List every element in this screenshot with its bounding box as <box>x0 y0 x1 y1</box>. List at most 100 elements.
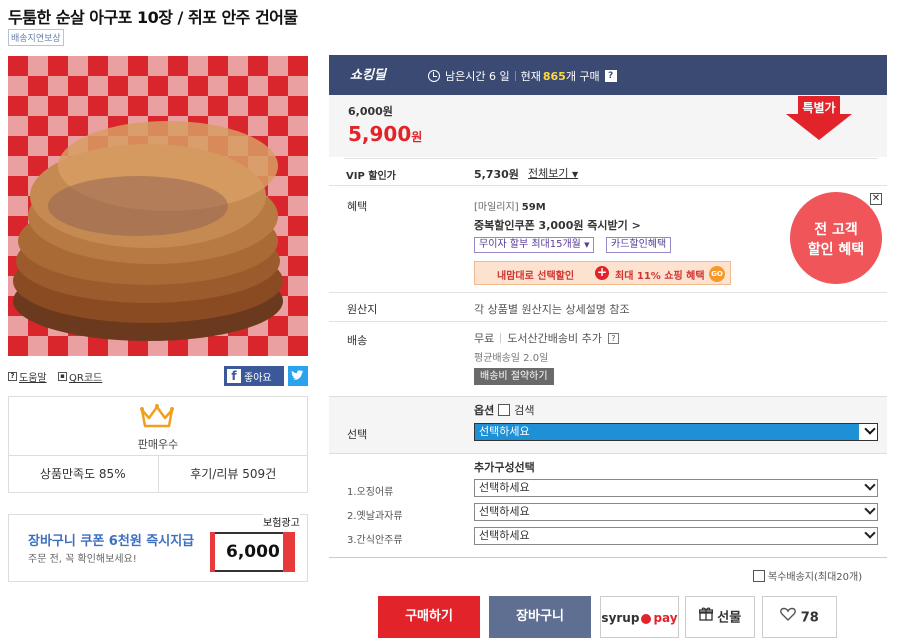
addon-select-squid[interactable]: 선택하세요 <box>474 479 878 497</box>
help-link[interactable]: ? 도움말 <box>8 369 47 384</box>
seller-grade: 판매우수 <box>137 438 179 451</box>
addon-select-value: 선택하세요 <box>479 481 530 494</box>
mileage-info: [마일리지] 59M <box>474 198 546 213</box>
special-price-badge: 특별가 <box>786 96 852 142</box>
twitter-button[interactable] <box>288 366 308 386</box>
shipping-free: 무료 <box>474 332 495 345</box>
addon-label: 3.간식안주류 <box>347 535 403 546</box>
chevron-down-icon <box>864 479 876 491</box>
product-title: 두툼한 순살 아구포 10장 / 쥐포 안주 건어물 <box>8 8 298 27</box>
current-suffix: 개 구매 <box>565 70 600 83</box>
original-price: 6,000원 <box>348 105 393 118</box>
current-prefix: 현재 <box>520 70 541 83</box>
coupon-amount: 6,000 <box>226 542 280 562</box>
multi-ship-checkbox[interactable] <box>753 569 765 582</box>
shipping-label: 배송 <box>347 334 368 347</box>
sale-price-unit: 원 <box>411 130 423 144</box>
chevron-down-icon <box>864 527 876 539</box>
special-price-label: 특별가 <box>802 101 836 115</box>
promo-right: 최대 11% 쇼핑 혜택 <box>615 271 705 282</box>
multi-ship-option[interactable]: 복수배송지(최대20개) <box>753 568 862 583</box>
save-shipping-button[interactable]: 배송비 절약하기 <box>474 368 554 385</box>
twitter-icon <box>291 370 304 380</box>
deal-status: 남은시간 6 일 현재 865 개 구매 ? <box>428 68 617 84</box>
origin-label: 원산지 <box>347 303 378 316</box>
syrup-label: syrup <box>601 611 640 625</box>
mileage-prefix: [마일리지] <box>474 202 519 213</box>
shocking-deal-logo: 쇼킹딜 <box>350 68 386 83</box>
option-select-value: 선택하세요 <box>479 425 530 438</box>
gift-icon <box>698 597 713 639</box>
option-header: 옵션 검색 <box>474 402 535 418</box>
promo-banner[interactable]: 내맘대로 선택할인 + 최대 11% 쇼핑 혜택 GO <box>474 261 731 285</box>
installment-chip[interactable]: 무이자 할부 최대15개월 ▼ <box>474 237 595 253</box>
red-dot-icon <box>641 613 652 624</box>
addon-select-appetizers[interactable]: 선택하세요 <box>474 527 878 545</box>
card-discount-chip[interactable]: 카드할인혜택 <box>606 237 672 253</box>
ad-coupon: 6,000 <box>210 532 295 572</box>
product-photo[interactable] <box>8 56 308 356</box>
shipping-info: 무료 도서산간배송비 추가 ? <box>474 330 619 346</box>
average-delivery: 평균배송일 2.0일 <box>474 353 549 364</box>
qr-link[interactable]: ▪ QR코드 <box>58 369 102 384</box>
facebook-like-button[interactable]: f 좋아요 <box>224 366 284 386</box>
qr-label: QR코드 <box>69 373 103 384</box>
multi-ship-label: 복수배송지(최대20개) <box>768 572 863 583</box>
delivery-compensation-badge[interactable]: 배송지연보상 <box>8 29 64 46</box>
option-select[interactable]: 선택하세요 <box>474 423 878 441</box>
dried-fish-photo <box>8 56 308 356</box>
origin-value: 각 상품별 원산지는 상세설명 참조 <box>474 303 630 316</box>
plus-icon: + <box>595 265 609 280</box>
seller-stats: 상품만족도 85% 후기/리뷰 509건 <box>8 455 308 493</box>
addon-header: 추가구성선택 <box>474 461 535 474</box>
caret-down-icon: ▼ <box>584 241 590 249</box>
help-icon[interactable]: ? <box>604 70 617 82</box>
search-label: 검색 <box>514 404 535 417</box>
syrup-pay-button[interactable]: syrup pay <box>600 596 679 638</box>
review-count[interactable]: 후기/리뷰 509건 <box>157 456 309 493</box>
pay-label: pay <box>653 611 678 625</box>
ad-title: 장바구니 쿠폰 6천원 즉시지급 <box>28 534 195 549</box>
search-checkbox[interactable] <box>498 404 511 416</box>
sale-price-value: 5,900 <box>348 122 412 146</box>
addon-label: 1.오징어류 <box>347 487 394 498</box>
facebook-icon: f <box>227 369 241 383</box>
ad-label: 보험광고 <box>263 514 300 529</box>
satisfaction-rate: 상품만족도 85% <box>39 467 126 481</box>
coupon-link[interactable]: 중복할인쿠폰 3,000원 즉시받기 > <box>474 217 641 233</box>
help-icon[interactable]: ? <box>607 332 619 344</box>
qr-icon: ▪ <box>58 372 67 381</box>
installment-label: 무이자 할부 최대15개월 <box>479 239 581 250</box>
purchase-count: 865 <box>542 69 566 83</box>
promo-left: 내맘대로 선택할인 <box>497 271 575 282</box>
like-label: 좋아요 <box>244 372 272 384</box>
gift-button[interactable]: 선물 <box>685 596 755 638</box>
vip-label: VIP 할인가 <box>346 171 396 182</box>
help-label: 도움말 <box>19 373 47 384</box>
caret-down-icon: ▼ <box>571 170 579 179</box>
vip-price: 5,730원 <box>474 168 519 181</box>
all-customer-discount-badge[interactable]: 전 고객 할인 혜택 <box>790 192 882 284</box>
shipping-extra: 도서산간배송비 추가 <box>507 332 602 345</box>
help-icon: ? <box>8 372 17 381</box>
circle-line1: 전 고객 <box>814 222 858 238</box>
addon-select-snacks[interactable]: 선택하세요 <box>474 503 878 521</box>
buy-button[interactable]: 구매하기 <box>378 596 480 638</box>
cart-button[interactable]: 장바구니 <box>489 596 591 638</box>
addon-label: 2.옛날과자류 <box>347 511 403 522</box>
view-all-link[interactable]: 전체보기 ▼ <box>528 165 578 181</box>
ad-subtitle: 주문 전, 꼭 확인해보세요! <box>28 554 137 565</box>
option-header-label: 옵션 <box>474 404 495 417</box>
clock-icon <box>428 70 440 82</box>
go-icon: GO <box>709 266 725 282</box>
chevron-down-icon <box>864 503 876 515</box>
time-left: 남은시간 6 일 <box>445 70 510 83</box>
addon-select-value: 선택하세요 <box>479 529 530 542</box>
circle-line2: 할인 혜택 <box>807 242 865 258</box>
heart-icon <box>780 597 797 639</box>
view-all-label: 전체보기 <box>528 167 569 180</box>
mileage-value: 59M <box>521 202 546 213</box>
close-icon[interactable]: ✕ <box>870 193 882 205</box>
like-button[interactable]: 78 <box>762 596 837 638</box>
like-count: 78 <box>800 610 819 626</box>
